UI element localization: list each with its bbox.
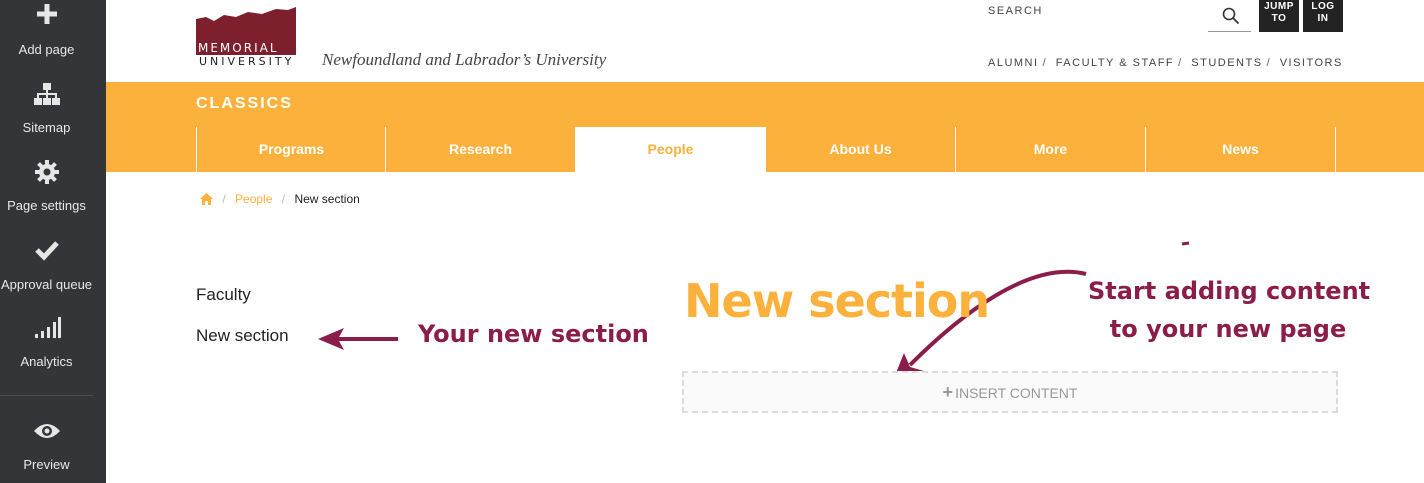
breadcrumb-separator: /: [222, 192, 226, 206]
preview-button[interactable]: Preview: [0, 420, 93, 472]
eye-icon: [33, 424, 60, 438]
nav-tab-more[interactable]: More: [955, 127, 1145, 172]
breadcrumb-separator: /: [281, 192, 286, 206]
annotation-line1: Start adding content: [1088, 277, 1371, 305]
breadcrumb-link-people[interactable]: People: [235, 192, 272, 206]
annotation-start-adding-content: Start adding content to your new page: [1088, 272, 1371, 348]
approval-queue-label: Approval queue: [0, 277, 93, 292]
nav-tab-about-us[interactable]: About Us: [765, 127, 955, 172]
nav-tab-news[interactable]: News: [1145, 127, 1335, 172]
audience-separator: /: [1178, 57, 1183, 69]
annotation-arrow-left: [318, 328, 398, 350]
breadcrumb: / People / New section: [200, 192, 360, 206]
audience-link-visitors[interactable]: VISITORS: [1280, 57, 1343, 69]
add-page-button[interactable]: Add page: [0, 2, 93, 57]
nav-tab-research[interactable]: Research: [385, 127, 575, 172]
bar-chart-icon: [34, 317, 61, 338]
analytics-button[interactable]: Analytics: [0, 316, 93, 369]
sitemap-icon: [33, 83, 60, 105]
approval-queue-button[interactable]: Approval queue: [0, 238, 93, 292]
audience-link-students[interactable]: STUDENTS: [1191, 57, 1262, 69]
search-label[interactable]: SEARCH: [988, 5, 1043, 17]
gear-icon: [34, 160, 59, 184]
audience-link-faculty-staff[interactable]: FACULTY & STAFF: [1056, 57, 1174, 69]
side-nav-new-section[interactable]: New section: [196, 326, 289, 346]
audience-separator: /: [1042, 57, 1048, 69]
logo-wordmark-university: UNIVERSITY: [199, 55, 295, 68]
audience-link-alumni[interactable]: ALUMNI: [988, 57, 1039, 69]
nav-divider: [1335, 127, 1336, 172]
preview-label: Preview: [23, 457, 70, 472]
annotation-line2: to your new page: [1109, 315, 1347, 343]
insert-content-label: INSERT CONTENT: [955, 385, 1078, 401]
log-in-line2: IN: [1317, 13, 1329, 24]
page-settings-button[interactable]: Page settings: [0, 159, 93, 213]
jump-to-line2: TO: [1271, 13, 1287, 24]
page-title: New section: [684, 274, 990, 328]
nav-tab-programs[interactable]: Programs: [196, 127, 386, 172]
sidebar-divider: [0, 395, 93, 396]
breadcrumb-current: New section: [294, 192, 360, 206]
plus-icon: +: [942, 382, 954, 402]
cms-sidebar: Add page Sitemap Page settings Approval …: [0, 0, 106, 483]
insert-content-button[interactable]: + INSERT CONTENT: [682, 371, 1338, 413]
university-tagline: Newfoundland and Labrador’s University: [322, 50, 607, 69]
analytics-label: Analytics: [20, 354, 73, 369]
sitemap-button[interactable]: Sitemap: [0, 82, 93, 135]
audience-nav: ALUMNI / FACULTY & STAFF / STUDENTS / VISIT…: [988, 57, 1343, 69]
plus-icon: [36, 4, 57, 24]
log-in-line1: LOG: [1311, 1, 1335, 12]
logo-wordmark-memorial: MEMORIAL: [198, 41, 279, 55]
search-icon: [1222, 7, 1240, 25]
side-nav-faculty[interactable]: Faculty: [196, 285, 251, 305]
checkmark-icon: [34, 241, 59, 261]
annotation-your-new-section: Your new section: [418, 320, 649, 348]
search-button[interactable]: [1208, 0, 1251, 32]
department-banner: [106, 82, 1424, 127]
jump-to-line1: JUMP: [1264, 1, 1294, 12]
department-title[interactable]: CLASSICS: [196, 95, 293, 113]
log-in-button[interactable]: LOG IN: [1303, 0, 1343, 32]
audience-separator: /: [1266, 57, 1272, 69]
page-settings-label: Page settings: [7, 198, 86, 213]
sitemap-label: Sitemap: [22, 120, 71, 135]
nav-tab-people[interactable]: People: [575, 127, 765, 172]
jump-to-button[interactable]: JUMP TO: [1259, 0, 1299, 32]
home-icon[interactable]: [200, 193, 213, 205]
add-page-label: Add page: [18, 42, 75, 57]
